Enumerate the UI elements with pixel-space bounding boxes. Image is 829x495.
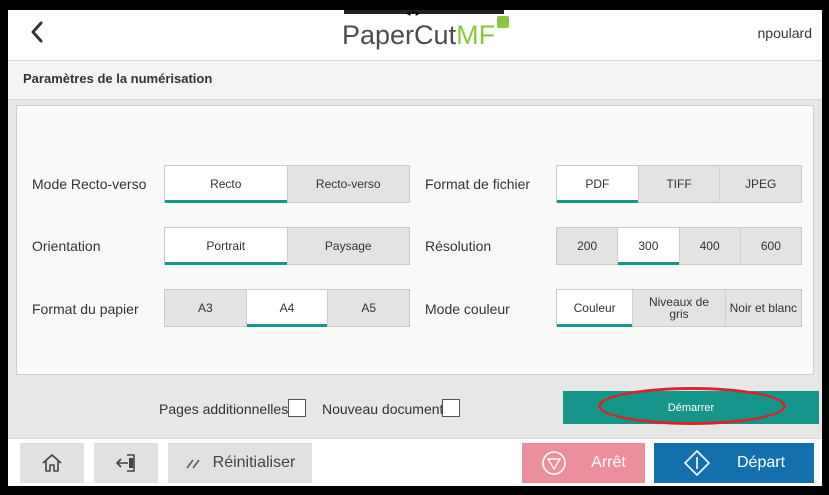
option-jpeg[interactable]: JPEG bbox=[720, 166, 802, 202]
reset-label: Réinitialiser bbox=[212, 454, 296, 471]
stop-icon bbox=[541, 450, 567, 476]
paper-size-selector: A3 A4 A5 bbox=[164, 289, 410, 327]
option-recto-verso[interactable]: Recto-verso bbox=[287, 166, 409, 202]
username: npoulard bbox=[757, 25, 813, 41]
papercut-logo: PaperCutMF bbox=[342, 16, 510, 51]
top-bar: ◂•▸ PaperCutMF npoulard bbox=[8, 10, 822, 61]
option-recto[interactable]: Recto bbox=[165, 166, 288, 203]
option-tiff[interactable]: TIFF bbox=[638, 166, 721, 202]
additional-pages-checkbox[interactable] bbox=[288, 399, 306, 417]
additional-pages-label: Pages additionnelles bbox=[159, 401, 289, 417]
logout-icon bbox=[115, 453, 137, 473]
stop-button[interactable]: Arrêt bbox=[522, 443, 645, 483]
page-title: Paramètres de la numérisation bbox=[23, 71, 213, 86]
new-document-label: Nouveau document bbox=[322, 401, 444, 417]
depart-icon bbox=[683, 449, 711, 477]
color-mode-selector: Couleur Niveaux de gris Noir et blanc bbox=[556, 289, 802, 327]
option-a3[interactable]: A3 bbox=[165, 290, 247, 326]
device-notch bbox=[344, 10, 504, 14]
option-600[interactable]: 600 bbox=[740, 228, 801, 264]
logo-mark-icon bbox=[497, 16, 510, 28]
reset-button[interactable]: Réinitialiser bbox=[168, 443, 312, 483]
notch-dots: ◂•▸ bbox=[406, 8, 422, 18]
option-300[interactable]: 300 bbox=[618, 228, 680, 265]
option-pdf[interactable]: PDF bbox=[557, 166, 639, 203]
depart-button[interactable]: Départ bbox=[654, 443, 814, 483]
settings-panel: Mode Recto-verso Recto Recto-verso Orien… bbox=[16, 105, 814, 375]
home-button[interactable] bbox=[20, 443, 84, 483]
option-400[interactable]: 400 bbox=[679, 228, 741, 264]
option-portrait[interactable]: Portrait bbox=[165, 228, 288, 265]
start-button[interactable]: Démarrer bbox=[563, 391, 819, 424]
depart-label: Départ bbox=[736, 454, 786, 471]
option-couleur[interactable]: Couleur bbox=[557, 290, 634, 327]
new-document-checkbox[interactable] bbox=[442, 399, 460, 417]
bottom-bar: Réinitialiser Arrêt Départ bbox=[8, 438, 822, 486]
option-noir-et-blanc[interactable]: Noir et blanc bbox=[725, 290, 801, 326]
label-paper-size: Format du papier bbox=[32, 301, 139, 317]
duplex-selector: Recto Recto-verso bbox=[164, 165, 410, 203]
screen: ◂•▸ PaperCutMF npoulard Paramètres de la… bbox=[6, 8, 824, 488]
option-a5[interactable]: A5 bbox=[328, 290, 410, 326]
label-orientation: Orientation bbox=[32, 238, 101, 254]
home-icon bbox=[41, 453, 63, 473]
option-paysage[interactable]: Paysage bbox=[287, 228, 409, 264]
label-duplex: Mode Recto-verso bbox=[32, 176, 147, 192]
logo-accent: MF bbox=[456, 20, 496, 50]
label-file-format: Format de fichier bbox=[425, 176, 531, 192]
reset-icon bbox=[185, 456, 201, 470]
option-200[interactable]: 200 bbox=[557, 228, 619, 264]
orientation-selector: Portrait Paysage bbox=[164, 227, 410, 265]
resolution-selector: 200 300 400 600 bbox=[556, 227, 802, 265]
option-niveaux-de-gris[interactable]: Niveaux de gris bbox=[633, 290, 726, 326]
label-resolution: Résolution bbox=[425, 238, 492, 254]
file-format-selector: PDF TIFF JPEG bbox=[556, 165, 802, 203]
title-bar: Paramètres de la numérisation bbox=[8, 61, 822, 100]
stop-label: Arrêt bbox=[591, 454, 626, 471]
back-arrow-icon[interactable] bbox=[30, 20, 54, 48]
logout-button[interactable] bbox=[94, 443, 158, 483]
label-color-mode: Mode couleur bbox=[425, 301, 510, 317]
logo-main: PaperCut bbox=[342, 20, 457, 50]
option-a4[interactable]: A4 bbox=[246, 290, 329, 327]
